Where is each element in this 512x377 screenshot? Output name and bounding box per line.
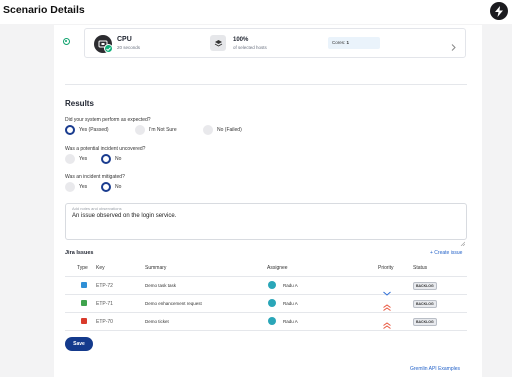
- section-divider: [65, 84, 467, 85]
- issue-summary: Demo ticket: [145, 319, 169, 324]
- target-selected-indicator[interactable]: [63, 38, 70, 45]
- attack-duration: 20 seconds: [117, 45, 141, 50]
- save-button[interactable]: Save: [65, 337, 93, 351]
- table-divider: [65, 276, 467, 277]
- col-summary: Summary: [145, 265, 167, 271]
- priority-high-icon: [383, 299, 391, 317]
- option-yes-passed[interactable]: Yes (Passed): [65, 125, 109, 135]
- api-examples-link[interactable]: Gremlin API Examples: [410, 366, 460, 372]
- jira-heading: Jira Issues: [65, 250, 94, 256]
- avatar: [268, 281, 276, 289]
- cores-label: Cores:: [332, 40, 346, 45]
- option-mitigated-yes[interactable]: Yes: [65, 182, 87, 192]
- issue-assignee: Radu A: [283, 283, 298, 288]
- radio-selected[interactable]: [101, 182, 111, 192]
- notes-value: An issue observed on the login service.: [72, 213, 177, 219]
- bug-type-icon: [81, 318, 87, 330]
- target-card[interactable]: [84, 28, 466, 58]
- avatar: [268, 317, 276, 325]
- story-type-icon: [81, 300, 87, 312]
- option-not-sure[interactable]: I'm Not Sure: [135, 125, 177, 135]
- option-mitigated-no[interactable]: No: [101, 182, 121, 192]
- bolt-icon[interactable]: [490, 2, 508, 20]
- status-badge: BACKLOG: [413, 318, 437, 326]
- issue-key-link[interactable]: ETP-72: [96, 283, 113, 289]
- issue-key-link[interactable]: ETP-70: [96, 319, 113, 325]
- resize-handle-icon[interactable]: [460, 233, 466, 251]
- table-divider: [65, 294, 467, 295]
- col-key: Key: [96, 265, 105, 271]
- attack-name: CPU: [117, 36, 132, 43]
- col-assignee: Assignee: [267, 265, 288, 271]
- radio-selected[interactable]: [65, 125, 75, 135]
- col-type: Type: [77, 265, 88, 271]
- radio-unselected[interactable]: [65, 154, 75, 164]
- issue-assignee: Radu A: [283, 319, 298, 324]
- issue-key-link[interactable]: ETP-71: [96, 301, 113, 307]
- option-label: No: [115, 184, 122, 190]
- question-performance: Did your system perform as expected?: [65, 117, 151, 123]
- question-incident-mitigated: Was an incident mitigated?: [65, 174, 125, 180]
- option-label: Yes: [79, 156, 88, 162]
- results-heading: Results: [65, 99, 94, 108]
- notes-label: Add notes and observations: [72, 206, 122, 211]
- col-status: Status: [413, 265, 428, 271]
- target-percent-caption: of selected hosts: [233, 45, 267, 50]
- chevron-right-icon[interactable]: [451, 38, 456, 56]
- option-label: Yes (Passed): [79, 127, 109, 133]
- notes-textarea[interactable]: [65, 203, 467, 240]
- radio-unselected[interactable]: [65, 182, 75, 192]
- issue-summary: Demo task task: [145, 283, 177, 288]
- table-divider: [65, 330, 467, 331]
- option-label: No (Failed): [217, 127, 242, 133]
- option-no-failed[interactable]: No (Failed): [203, 125, 242, 135]
- radio-selected[interactable]: [101, 154, 111, 164]
- radio-unselected[interactable]: [203, 125, 213, 135]
- layers-icon: [210, 35, 226, 51]
- option-uncovered-yes[interactable]: Yes: [65, 154, 87, 164]
- status-badge: BACKLOG: [413, 300, 437, 308]
- top-bar: Scenario Details: [0, 0, 512, 24]
- create-issue-link[interactable]: + Create issue: [430, 250, 462, 256]
- priority-high-icon: [383, 317, 391, 335]
- target-percent: 100%: [233, 37, 249, 43]
- option-uncovered-no[interactable]: No: [101, 154, 121, 164]
- cores-value: 1: [346, 40, 350, 45]
- option-label: I'm Not Sure: [149, 127, 177, 133]
- table-divider: [65, 312, 467, 313]
- question-incident-uncovered: Was a potential incident uncovered?: [65, 146, 146, 152]
- option-label: No: [115, 156, 122, 162]
- page-title: Scenario Details: [3, 4, 85, 16]
- option-label: Yes: [79, 184, 88, 190]
- status-badge: BACKLOG: [413, 282, 437, 290]
- issue-summary: Demo enhancement request: [145, 301, 202, 306]
- issue-assignee: Radu A: [283, 301, 298, 306]
- task-type-icon: [81, 282, 87, 294]
- check-icon: [104, 44, 113, 53]
- radio-unselected[interactable]: [135, 125, 145, 135]
- avatar: [268, 299, 276, 307]
- col-priority: Priority: [378, 265, 394, 271]
- cores-badge: Cores: 1: [328, 37, 380, 49]
